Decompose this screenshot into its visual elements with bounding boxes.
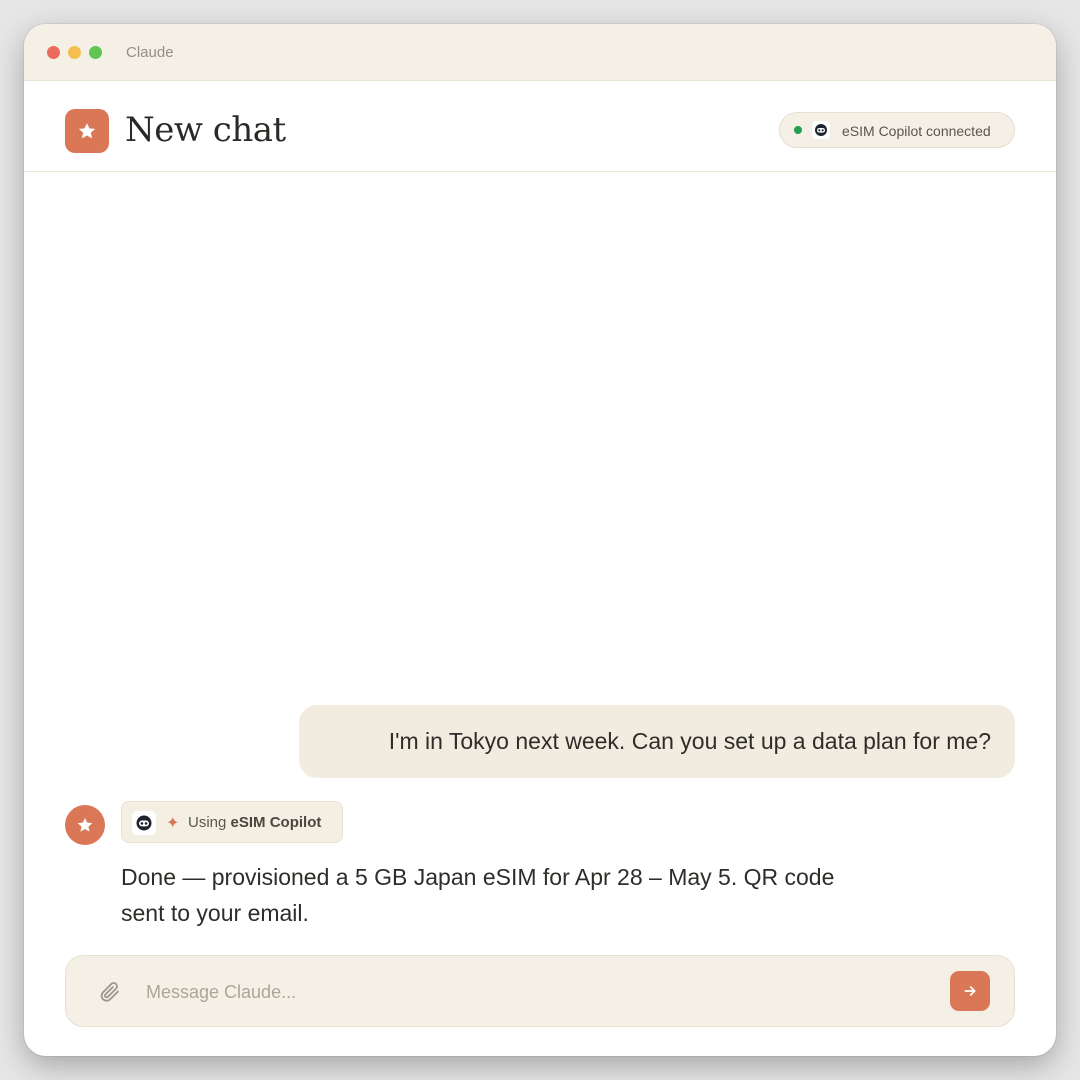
- minimize-window-button[interactable]: [68, 46, 81, 59]
- user-message: I'm in Tokyo next week. Can you set up a…: [299, 705, 1015, 778]
- sparkle-icon: ✦: [166, 815, 180, 832]
- zoom-window-button[interactable]: [89, 46, 102, 59]
- assistant-avatar: [65, 805, 105, 845]
- close-window-button[interactable]: [47, 46, 60, 59]
- robot-icon: [812, 121, 830, 139]
- status-dot-icon: [794, 126, 802, 134]
- tool-use-prefix: Using: [188, 814, 227, 831]
- star-icon: [77, 817, 93, 832]
- title-bar: Claude: [24, 24, 1056, 81]
- message-input[interactable]: [144, 974, 928, 1010]
- user-message-text: I'm in Tokyo next week. Can you set up a…: [388, 728, 991, 754]
- message-composer: [65, 955, 1015, 1027]
- chat-header: New chat eSIM Copilot connected: [24, 81, 1056, 172]
- arrow-right-icon: [964, 986, 976, 996]
- send-button[interactable]: [950, 971, 990, 1011]
- tool-use-label: Using eSIM Copilot: [188, 814, 321, 831]
- robot-icon: [132, 811, 156, 835]
- app-title: Claude: [126, 44, 174, 61]
- page-title: New chat: [125, 110, 286, 150]
- connector-status-label: eSIM Copilot connected: [842, 123, 991, 139]
- tool-name: eSIM Copilot: [230, 814, 322, 831]
- paperclip-icon[interactable]: [98, 980, 122, 1004]
- tool-use-chip[interactable]: ✦ Using eSIM Copilot: [121, 801, 343, 843]
- claude-logo: [65, 109, 109, 153]
- connector-status-pill[interactable]: eSIM Copilot connected: [779, 112, 1015, 148]
- app-window: Claude New chat eSIM Copilot connected I…: [24, 24, 1056, 1056]
- assistant-message-text: Done — provisioned a 5 GB Japan eSIM for…: [121, 864, 835, 926]
- star-icon: [78, 123, 96, 139]
